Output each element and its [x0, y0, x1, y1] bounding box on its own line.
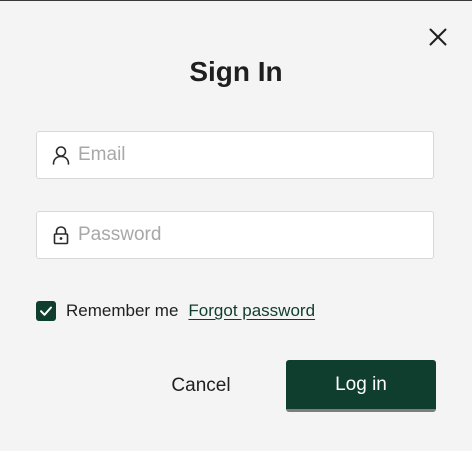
email-field[interactable]	[36, 131, 434, 179]
remember-me-checkbox[interactable]	[36, 301, 56, 321]
remember-me-label[interactable]: Remember me	[66, 301, 178, 321]
password-field[interactable]	[36, 211, 434, 259]
close-icon	[429, 28, 447, 46]
password-input[interactable]	[76, 212, 433, 258]
cancel-button[interactable]: Cancel	[150, 361, 252, 411]
sign-in-dialog: Sign In Remember me Forgot password	[0, 0, 472, 451]
remember-row: Remember me Forgot password	[36, 299, 315, 323]
check-icon	[40, 306, 52, 316]
lock-icon	[50, 224, 72, 246]
close-button[interactable]	[424, 23, 452, 51]
dialog-title: Sign In	[189, 56, 283, 87]
forgot-password-link[interactable]: Forgot password	[188, 301, 315, 321]
login-button[interactable]: Log in	[286, 360, 436, 412]
email-input[interactable]	[76, 132, 433, 178]
person-icon	[50, 144, 72, 166]
